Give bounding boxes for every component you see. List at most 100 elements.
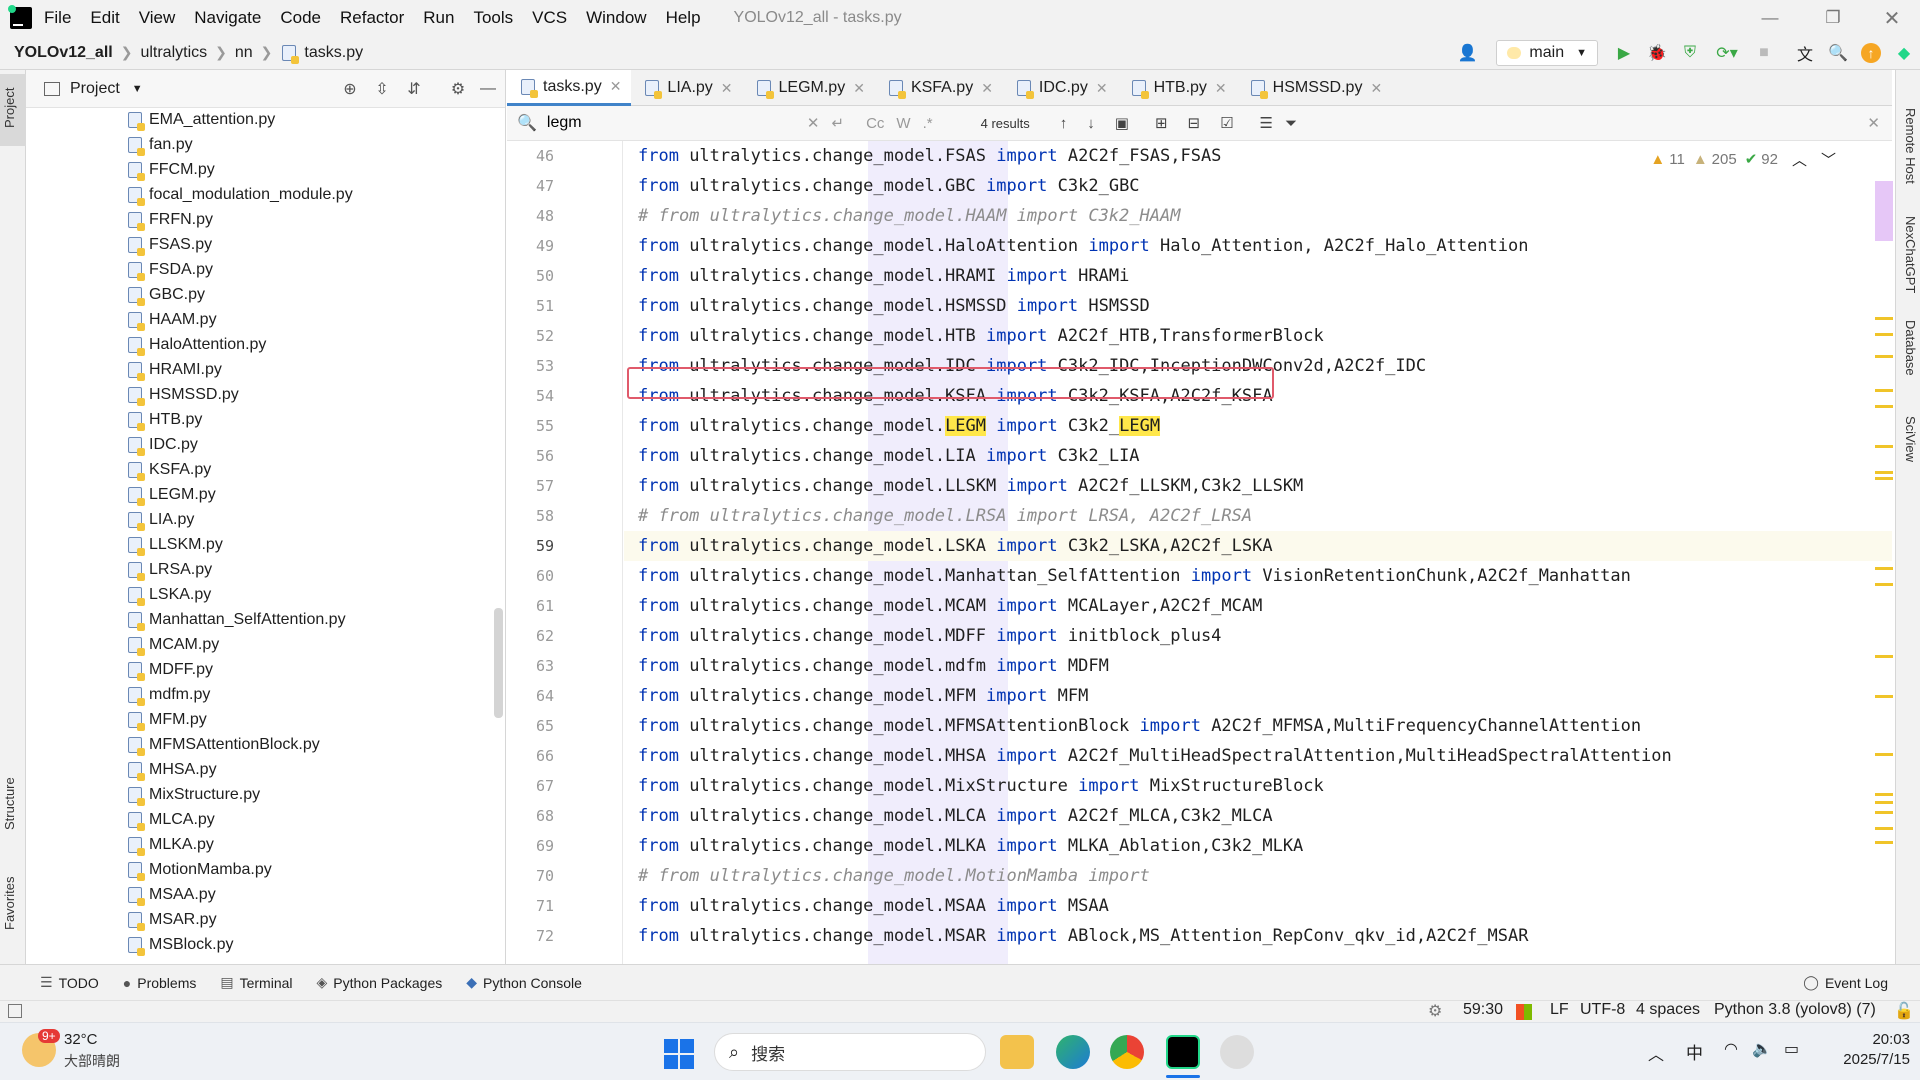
tab-tasks[interactable]: tasks.py ✕ (507, 70, 632, 106)
match-case-toggle[interactable]: Cc (866, 115, 884, 132)
file-tree-item[interactable]: fan.py (128, 132, 193, 157)
tool-remote-host[interactable]: Remote Host (1903, 108, 1918, 184)
code-line[interactable]: # from ultralytics.change_model.MotionMa… (624, 861, 1892, 891)
file-tree-item[interactable]: EMA_attention.py (128, 108, 275, 132)
code-line[interactable]: # from ultralytics.change_model.LRSA imp… (624, 501, 1892, 531)
plugin-icon[interactable]: ◆ (1894, 43, 1914, 63)
file-tree-item[interactable]: Manhattan_SelfAttention.py (128, 607, 346, 632)
new-line-icon[interactable]: ↵ (832, 114, 845, 132)
file-explorer-icon[interactable] (1000, 1035, 1034, 1069)
tool-terminal[interactable]: ▤ Terminal (220, 974, 292, 991)
hide-panel-icon[interactable]: — (478, 79, 498, 99)
battery-icon[interactable]: ▭ (1784, 1039, 1799, 1059)
menu-refactor[interactable]: Refactor (340, 8, 404, 28)
file-tree-item[interactable]: HAAM.py (128, 307, 217, 332)
clear-search-icon[interactable]: ✕ (807, 114, 820, 132)
code-line[interactable]: from ultralytics.change_model.HSMSSD imp… (624, 291, 1892, 321)
error-stripe-mark[interactable] (1875, 405, 1893, 408)
breadcrumb-ultralytics[interactable]: ultralytics (140, 44, 207, 62)
add-selection-icon[interactable]: ⊞ (1155, 114, 1168, 132)
code-line[interactable]: from ultralytics.change_model.LEGM impor… (624, 411, 1892, 441)
locate-icon[interactable]: ⊕ (340, 79, 360, 99)
file-tree-item[interactable]: MSBlock.py (128, 932, 233, 957)
menu-vcs[interactable]: VCS (532, 8, 567, 28)
error-stripe-mark[interactable] (1875, 471, 1893, 474)
code-line[interactable]: from ultralytics.change_model.HaloAttent… (624, 231, 1892, 261)
tool-nexchatgpt[interactable]: NexChatGPT (1903, 216, 1918, 293)
gear-icon[interactable]: ⚙ (448, 79, 468, 99)
code-line[interactable]: from ultralytics.change_model.HTB import… (624, 321, 1892, 351)
file-tree-item[interactable]: MixStructure.py (128, 782, 260, 807)
project-panel-title[interactable]: Project (70, 80, 120, 98)
menu-run[interactable]: Run (423, 8, 454, 28)
error-stripe-mark[interactable] (1875, 753, 1893, 756)
run-icon[interactable]: ▶ (1614, 43, 1634, 63)
code-line[interactable]: from ultralytics.change_model.MHSA impor… (624, 741, 1892, 771)
tab-lia[interactable]: LIA.py ✕ (631, 70, 742, 106)
prev-occurrence-icon[interactable]: ↑ (1060, 115, 1068, 132)
error-stripe-mark[interactable] (1875, 801, 1893, 804)
code-line[interactable]: from ultralytics.change_model.LSKA impor… (624, 531, 1892, 561)
file-tree-item[interactable]: MCAM.py (128, 632, 219, 657)
file-tree-item[interactable]: FFCM.py (128, 157, 215, 182)
menu-code[interactable]: Code (280, 8, 321, 28)
tool-sciview[interactable]: SciView (1903, 416, 1918, 462)
menu-window[interactable]: Window (586, 8, 646, 28)
breadcrumb-file[interactable]: tasks.py (304, 44, 363, 62)
tool-python-console[interactable]: ◆ Python Console (466, 974, 582, 991)
edge-icon[interactable] (1056, 1035, 1090, 1069)
error-stripe-mark[interactable] (1875, 333, 1893, 336)
code-line[interactable]: from ultralytics.change_model.MFM import… (624, 681, 1892, 711)
file-tree-item[interactable]: LLSKM.py (128, 532, 223, 557)
next-occurrence-icon[interactable]: ↓ (1087, 115, 1095, 132)
chevron-up-icon[interactable]: ︿ (1792, 149, 1807, 170)
close-icon[interactable]: ✕ (981, 80, 993, 97)
coverage-icon[interactable]: ⛨ (1680, 43, 1700, 63)
tool-event-log[interactable]: ◯ Event Log (1803, 974, 1888, 991)
inspection-widget[interactable]: ▲ 11 ▲ 205 ✔ 92 ︿ ﹀ (1650, 148, 1836, 170)
file-tree-item[interactable]: MFM.py (128, 707, 207, 732)
chevron-down-icon[interactable]: ▼ (132, 83, 143, 95)
error-stripe-mark[interactable] (1875, 841, 1893, 844)
chrome-icon[interactable] (1110, 1035, 1144, 1069)
chevron-up-icon[interactable]: ︿ (1648, 1041, 1664, 1065)
tab-hsmssd[interactable]: HSMSSD.py ✕ (1237, 70, 1393, 106)
sync-icon[interactable]: ⚙ (1428, 1001, 1442, 1021)
error-stripe-mark[interactable] (1875, 355, 1893, 358)
caret-position[interactable]: 59:30 (1463, 1001, 1503, 1019)
volume-icon[interactable]: 🔈 (1752, 1039, 1772, 1059)
menu-tools[interactable]: Tools (473, 8, 513, 28)
file-tree-item[interactable]: LIA.py (128, 507, 194, 532)
remove-selection-icon[interactable]: ⊟ (1188, 114, 1201, 132)
tool-favorites[interactable]: Favorites (2, 877, 17, 930)
code-line[interactable]: from ultralytics.change_model.HRAMI impo… (624, 261, 1892, 291)
clock-time[interactable]: 20:03 (1856, 1031, 1910, 1048)
tool-project[interactable]: Project (2, 88, 17, 128)
tool-structure[interactable]: Structure (2, 777, 17, 830)
regex-toggle[interactable]: .* (923, 115, 933, 132)
tab-htb[interactable]: HTB.py ✕ (1118, 70, 1237, 106)
clock-date[interactable]: 2025/7/15 (1826, 1051, 1910, 1068)
collapse-all-icon[interactable]: ⇵ (404, 79, 424, 99)
code-line[interactable]: from ultralytics.change_model.MFMSAttent… (624, 711, 1892, 741)
code-line[interactable]: from ultralytics.change_model.MDFF impor… (624, 621, 1892, 651)
breadcrumb-nn[interactable]: nn (235, 44, 253, 62)
tool-todo[interactable]: ☰ TODO (40, 974, 99, 991)
pycharm-icon[interactable] (1166, 1035, 1200, 1069)
file-tree-item[interactable]: FRFN.py (128, 207, 213, 232)
close-icon[interactable]: ✕ (853, 80, 865, 97)
multiline-icon[interactable]: ☰ (1260, 114, 1273, 132)
menu-navigate[interactable]: Navigate (194, 8, 261, 28)
close-find-icon[interactable]: ✕ (1867, 114, 1880, 132)
menu-file[interactable]: File (44, 8, 71, 28)
taskbar-search[interactable]: ⌕ 搜索 (714, 1033, 986, 1071)
tool-problems[interactable]: ● Problems (123, 975, 197, 991)
file-encoding[interactable]: UTF-8 (1580, 1001, 1625, 1019)
file-tree-item[interactable]: LSKA.py (128, 582, 211, 607)
code-line[interactable]: # from ultralytics.change_model.HAAM imp… (624, 201, 1892, 231)
menu-help[interactable]: Help (666, 8, 701, 28)
file-tree-item[interactable]: FSDA.py (128, 257, 213, 282)
file-tree-item[interactable]: LEGM.py (128, 482, 216, 507)
file-tree-item[interactable]: HTB.py (128, 407, 202, 432)
expand-all-icon[interactable]: ⇳ (372, 79, 392, 99)
